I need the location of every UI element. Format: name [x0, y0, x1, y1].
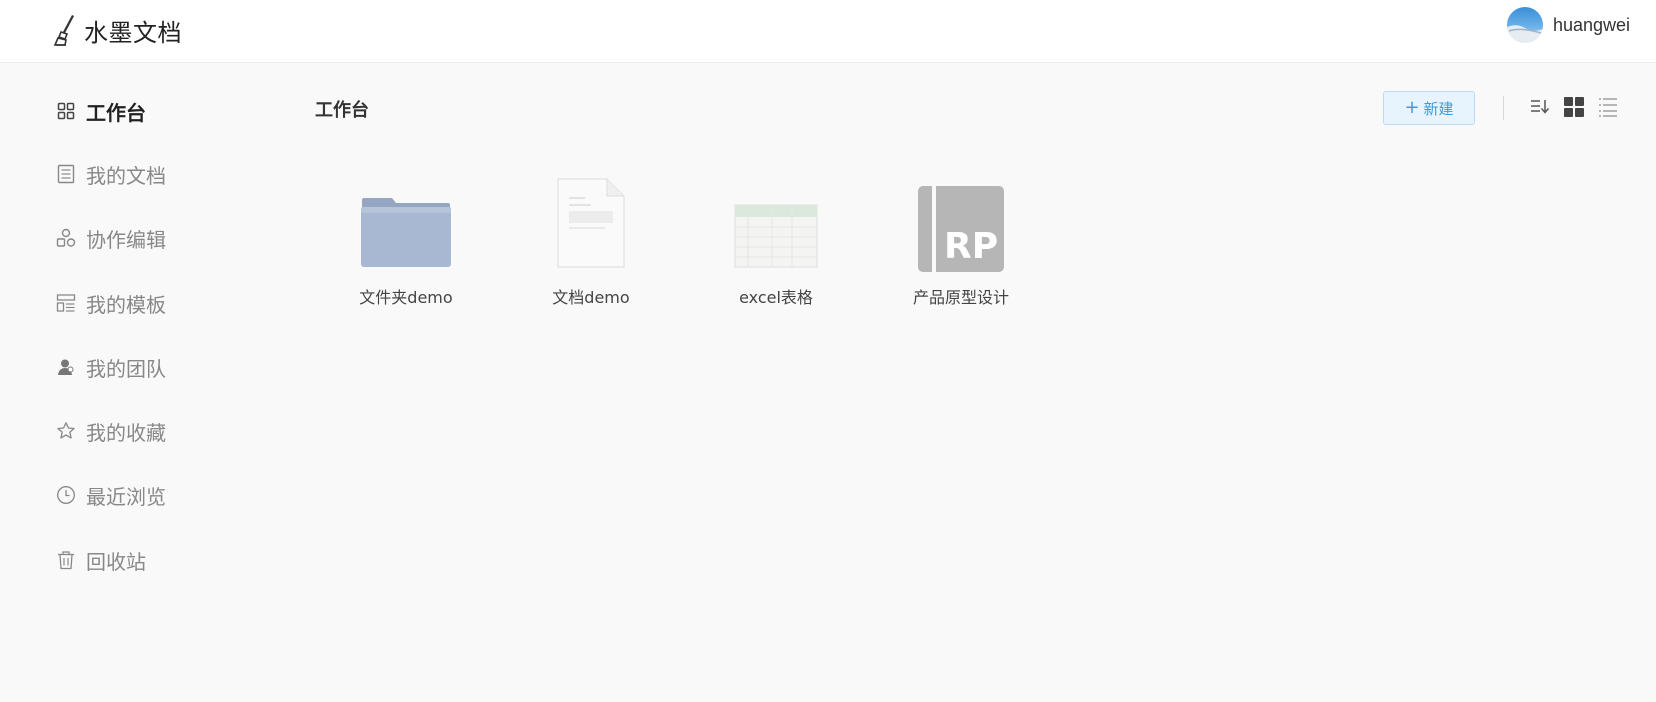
sidebar-item-label: 最近浏览 [86, 484, 166, 509]
axure-rp-icon: RP [918, 186, 1004, 272]
sidebar-item-favorites[interactable]: 我的收藏 [56, 414, 166, 448]
app-title: 水墨文档 [84, 18, 182, 47]
username: huangwei [1552, 14, 1630, 35]
grid-icon [57, 102, 75, 120]
sidebar-item-label: 协作编辑 [86, 227, 166, 252]
list-view-icon[interactable] [1597, 96, 1619, 118]
sidebar-item-label: 工作台 [86, 100, 146, 125]
folder-icon [361, 198, 451, 267]
document-list-icon [57, 164, 75, 184]
avatar[interactable] [1506, 7, 1543, 43]
app-logo[interactable]: 水墨文档 [52, 12, 182, 48]
sidebar-item-my-team[interactable]: 我的团队 [56, 350, 166, 384]
sidebar-item-label: 我的收藏 [86, 420, 166, 445]
team-icon [58, 359, 74, 375]
top-bar: 水墨文档 huangwei [0, 0, 1656, 63]
page-title: 工作台 [315, 100, 369, 121]
star-icon [57, 422, 75, 439]
file-item-prototype[interactable]: RP 产品原型设计 [886, 178, 1036, 308]
file-name: 产品原型设计 [912, 288, 1009, 307]
file-name: excel表格 [739, 288, 813, 307]
template-icon [56, 294, 76, 312]
sidebar-item-label: 我的团队 [86, 356, 166, 381]
file-name: 文档demo [552, 288, 630, 307]
trash-icon [58, 551, 74, 570]
grid-view-icon[interactable] [1563, 96, 1585, 118]
file-item-folder[interactable]: 文件夹demo [331, 178, 481, 308]
sidebar-item-trash[interactable]: 回收站 [56, 543, 146, 577]
rp-badge: RP [944, 226, 998, 267]
sidebar: 工作台 我的文档 协作编辑 我的模板 我的团队 我的收藏 最近浏览 回收站 [0, 63, 290, 702]
sidebar-item-label: 我的模板 [86, 292, 166, 317]
file-item-spreadsheet[interactable]: excel表格 [701, 178, 851, 308]
clock-icon [57, 486, 75, 504]
file-name: 文件夹demo [359, 288, 453, 307]
sidebar-item-recent[interactable]: 最近浏览 [56, 478, 166, 512]
document-icon [557, 178, 625, 268]
file-item-document[interactable]: 文档demo [516, 178, 666, 308]
sidebar-item-my-documents[interactable]: 我的文档 [56, 157, 166, 191]
user-menu[interactable]: huangwei [1506, 7, 1630, 43]
collaboration-icon [56, 228, 76, 247]
spreadsheet-icon [734, 204, 818, 268]
sidebar-item-workbench[interactable]: 工作台 [56, 94, 146, 128]
new-button[interactable]: + 新建 [1383, 91, 1475, 125]
sidebar-item-label: 回收站 [86, 549, 146, 574]
sidebar-item-collaboration[interactable]: 协作编辑 [56, 221, 166, 255]
sort-icon[interactable] [1529, 96, 1551, 118]
new-button-label: 新建 [1423, 99, 1454, 118]
ink-brush-icon [53, 15, 74, 46]
sidebar-item-label: 我的文档 [86, 163, 166, 188]
toolbar-divider [1503, 96, 1504, 120]
sidebar-item-my-templates[interactable]: 我的模板 [56, 286, 166, 320]
plus-icon: + [1404, 97, 1420, 118]
